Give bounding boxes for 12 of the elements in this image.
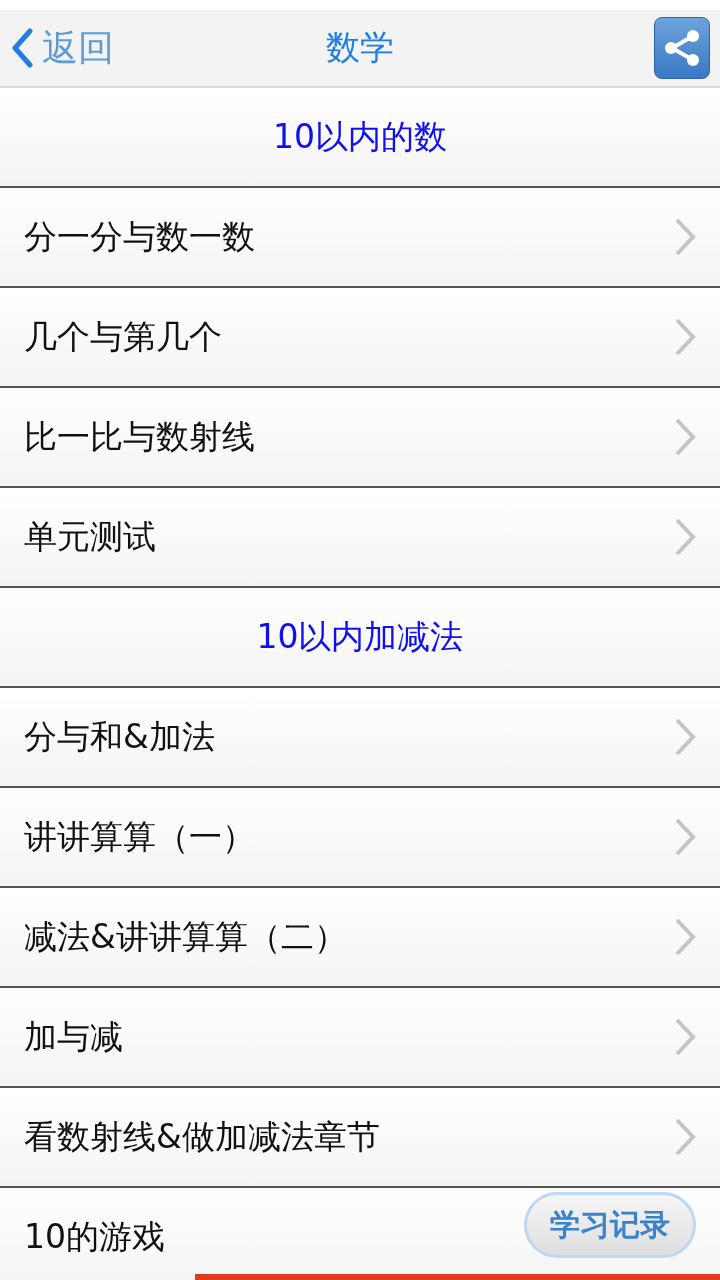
chevron-icon — [674, 217, 696, 257]
page-title: 数学 — [326, 26, 394, 69]
share-button[interactable] — [654, 17, 710, 79]
chevron-icon — [674, 317, 696, 357]
chevron-icon — [674, 917, 696, 957]
chevron-icon — [674, 417, 696, 457]
chevron-icon — [674, 817, 696, 857]
back-chevron-icon — [10, 28, 34, 68]
chevron-icon — [674, 717, 696, 757]
chevron-icon — [674, 1017, 696, 1057]
chevron-icon — [674, 517, 696, 557]
chevron-icon — [674, 1117, 696, 1157]
